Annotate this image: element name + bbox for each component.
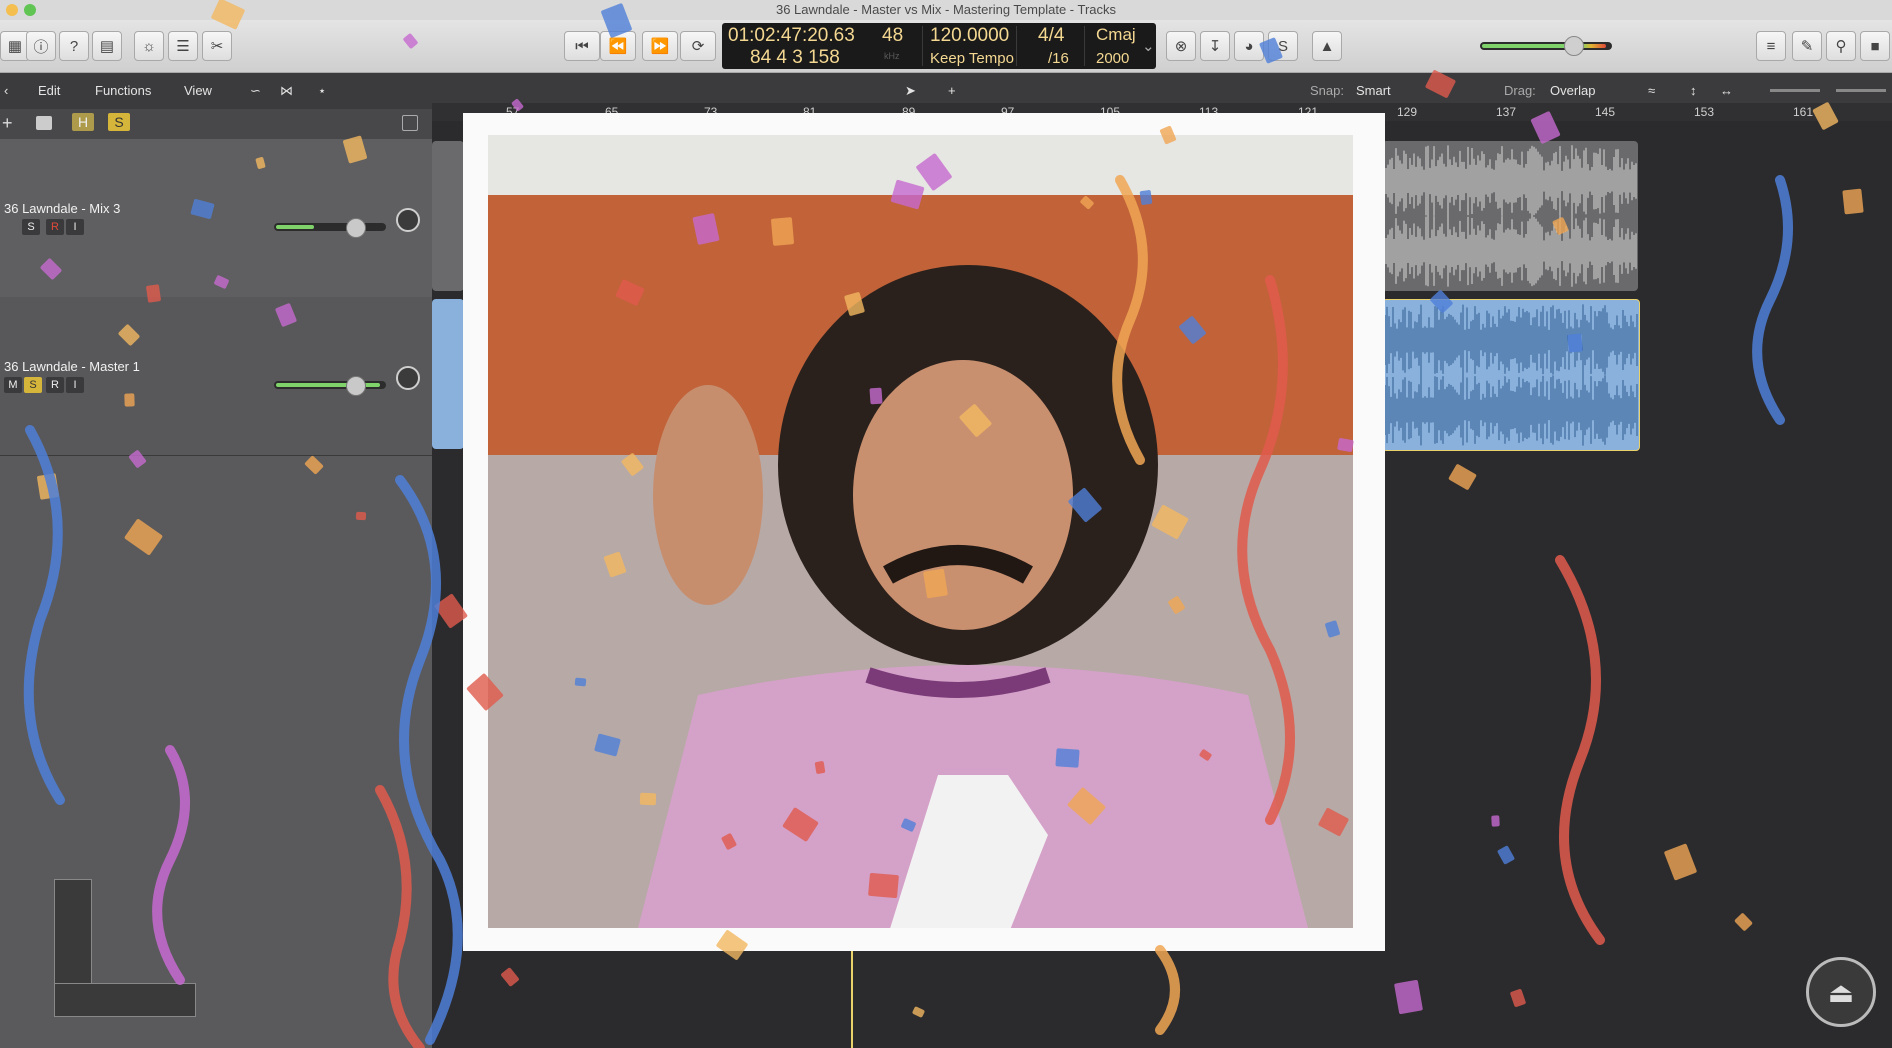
solo-mode-icon[interactable]: S <box>1268 31 1298 61</box>
track-header-bar: + H S <box>0 109 432 140</box>
eject-icon[interactable]: ⏏ <box>1806 957 1876 1027</box>
flex-icon[interactable]: ⋈ <box>280 83 293 99</box>
ruler-bar-label: 161 <box>1793 105 1814 119</box>
drag-select[interactable]: Overlap <box>1550 83 1596 98</box>
back-icon[interactable]: ‹ <box>4 83 8 98</box>
drag-label: Drag: <box>1504 83 1536 98</box>
view-menu[interactable]: View <box>184 83 212 98</box>
lcd-tempo-mode: Keep Tempo <box>930 50 1014 67</box>
lcd-key-value: 2000 <box>1096 50 1130 67</box>
audio-region-master[interactable] <box>1382 299 1640 451</box>
snap-label: Snap: <box>1310 83 1344 98</box>
horizontal-zoom-slider[interactable] <box>1836 89 1886 92</box>
lcd-division: /16 <box>1048 50 1069 67</box>
snap-select[interactable]: Smart <box>1356 83 1391 98</box>
inspector-icon[interactable]: ⓘ <box>26 31 56 61</box>
solo-tracks-button[interactable]: S <box>108 113 130 131</box>
audio-region-mix[interactable] <box>1381 141 1638 291</box>
lcd-tempo: 120.0000 <box>930 25 1010 46</box>
help-icon[interactable]: ? <box>59 31 89 61</box>
rewind-icon[interactable]: ⏪ <box>600 31 636 61</box>
functions-menu[interactable]: Functions <box>95 83 151 98</box>
volume-knob[interactable] <box>346 218 366 238</box>
lcd-sample-rate: 48 <box>882 25 904 46</box>
tuner-icon[interactable]: ◕ <box>1234 31 1264 61</box>
master-volume-slider[interactable] <box>1480 36 1612 56</box>
lcd-khz: kHz <box>884 51 900 61</box>
ruler-bar-label: 153 <box>1694 105 1715 119</box>
ruler-bar-label: 145 <box>1595 105 1616 119</box>
input-monitor-button[interactable]: I <box>66 377 84 393</box>
horizontal-zoom-icon[interactable]: ↔ <box>1720 83 1733 98</box>
track-mix[interactable]: 36 Lawndale - Mix 3 S R I <box>0 139 432 298</box>
replace-icon[interactable]: ⊗ <box>1166 31 1196 61</box>
track-master[interactable]: 36 Lawndale - Master 1 M S R I <box>0 297 432 456</box>
volume-fader[interactable] <box>274 376 386 396</box>
cycle-icon[interactable]: ⟳ <box>680 31 716 61</box>
catch-icon[interactable]: ⋆ <box>318 83 326 99</box>
hide-tracks-button[interactable]: H <box>72 113 94 131</box>
pointer-icon[interactable]: ➤ <box>905 83 916 99</box>
lcd-chevron-icon[interactable]: ⌄ <box>1142 37 1155 55</box>
audio-region-mix-left[interactable] <box>432 141 464 291</box>
logo <box>54 879 196 1017</box>
mixer-icon[interactable]: ☰ <box>168 31 198 61</box>
punch-icon[interactable]: ↧ <box>1200 31 1230 61</box>
input-monitor-button[interactable]: I <box>66 219 84 235</box>
mute-button[interactable]: M <box>4 377 22 393</box>
waveform <box>1382 304 1638 446</box>
metronome-icon[interactable]: ▲ <box>1312 31 1342 61</box>
smart-controls-icon[interactable]: ☼ <box>134 31 164 61</box>
audio-region-master-left[interactable] <box>432 299 464 449</box>
ruler-bar-label: 137 <box>1496 105 1517 119</box>
lcd-signature: 4/4 <box>1038 25 1065 46</box>
master-volume-knob[interactable] <box>1564 36 1584 56</box>
add-track-icon[interactable]: + <box>2 113 13 134</box>
global-tracks-icon[interactable] <box>402 115 418 131</box>
ruler-bar-label: 129 <box>1397 105 1418 119</box>
lcd-bars: 84 4 3 158 <box>750 47 840 68</box>
lcd-time: 01:02:47:20.63 <box>728 25 855 46</box>
browser-icon[interactable]: ■ <box>1860 31 1890 61</box>
window-title: 36 Lawndale - Master vs Mix - Mastering … <box>775 2 1117 17</box>
edit-menu[interactable]: Edit <box>38 83 60 98</box>
editors-icon[interactable]: ✂ <box>202 31 232 61</box>
pencil-icon[interactable]: + <box>948 83 956 98</box>
title-bar: 36 Lawndale - Master vs Mix - Mastering … <box>0 0 1892 21</box>
volume-knob[interactable] <box>346 376 366 396</box>
track-name[interactable]: 36 Lawndale - Master 1 <box>4 359 140 374</box>
lcd-display[interactable]: 01:02:47:20.63 84 4 3 158 48 kHz 120.000… <box>722 23 1156 69</box>
track-list: 36 Lawndale - Mix 3 S R I 36 Lawndale - … <box>0 139 432 1048</box>
solo-button[interactable]: S <box>22 219 40 235</box>
waveform <box>1381 145 1637 287</box>
record-button[interactable]: R <box>46 377 64 393</box>
list-icon[interactable]: ≡ <box>1756 31 1786 61</box>
waveform-zoom-icon[interactable]: ≈ <box>1648 83 1655 98</box>
track-name[interactable]: 36 Lawndale - Mix 3 <box>4 201 120 216</box>
solo-button[interactable]: S <box>24 377 42 393</box>
play-start-icon[interactable]: ⏮ <box>564 31 600 61</box>
fast-forward-icon[interactable]: ⏩ <box>642 31 678 61</box>
track-stack-icon[interactable] <box>36 116 52 130</box>
automation-icon[interactable]: ∽ <box>250 83 261 99</box>
record-button[interactable]: R <box>46 219 64 235</box>
notes-icon[interactable]: ✎ <box>1792 31 1822 61</box>
pan-knob[interactable] <box>396 366 420 390</box>
reaction-image <box>488 135 1353 928</box>
search-icon[interactable]: ⚲ <box>1826 31 1856 61</box>
volume-fader[interactable] <box>274 218 386 238</box>
pan-knob[interactable] <box>396 208 420 232</box>
vertical-zoom-slider[interactable] <box>1770 89 1820 92</box>
lcd-key: Cmaj <box>1096 25 1136 44</box>
toolbar-toggle-icon[interactable]: ▤ <box>92 31 122 61</box>
vertical-zoom-icon[interactable]: ↕ <box>1690 83 1697 98</box>
